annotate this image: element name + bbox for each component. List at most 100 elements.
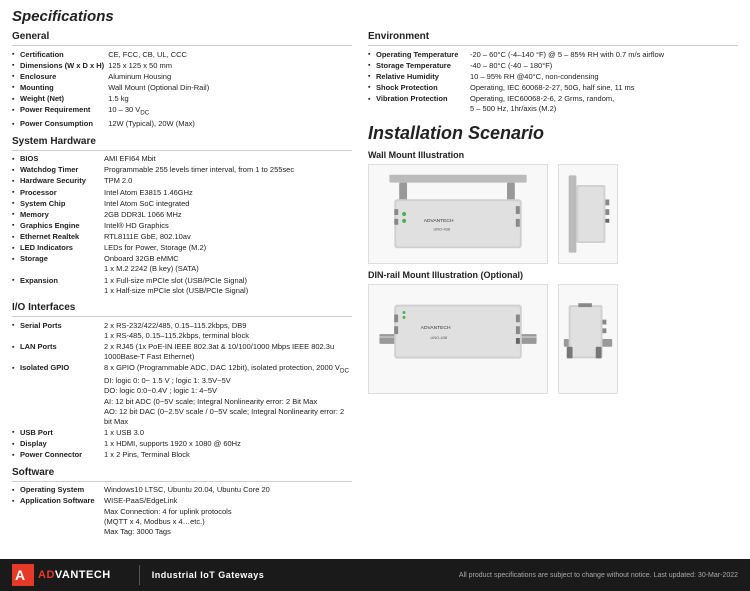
spec-label: Operating System: [12, 485, 102, 496]
spec-label: Processor: [12, 187, 102, 198]
spec-label: LAN Ports: [12, 342, 102, 363]
table-row: Storage Temperature-40 – 80°C (-40 – 180…: [368, 60, 738, 71]
spec-value: 1 x Full-size mPCIe slot (USB/PCIe Signa…: [102, 275, 352, 296]
spec-label: Application Software: [12, 496, 102, 538]
spec-label: Weight (Net): [12, 94, 106, 105]
page-wrapper: Specifications General CertificationCE, …: [0, 0, 750, 591]
footer-logo-text: ADVANTECH: [38, 569, 111, 581]
table-row: Power Requirement10 – 30 VDC: [12, 105, 352, 119]
table-row: LED IndicatorsLEDs for Power, Storage (M…: [12, 243, 352, 254]
section-title-environment: Environment: [368, 31, 738, 42]
spec-label: Display: [12, 439, 102, 450]
spec-label: Graphics Engine: [12, 220, 102, 231]
table-row: Isolated GPIO8 x GPIO (Programmable ADC,…: [12, 363, 352, 428]
spec-label: LED Indicators: [12, 243, 102, 254]
footer-divider: [139, 565, 140, 585]
spec-value: LEDs for Power, Storage (M.2): [102, 243, 352, 254]
spec-label: Power Connector: [12, 450, 102, 461]
spec-label: BIOS: [12, 154, 102, 165]
spec-value: Windows10 LTSC, Ubuntu 20.04, Ubuntu Cor…: [102, 485, 352, 496]
wall-mount-title: Wall Mount Illustration: [368, 150, 738, 160]
footer-tagline: Industrial IoT Gateways: [152, 570, 265, 580]
table-row: Vibration ProtectionOperating, IEC60068-…: [368, 94, 738, 115]
spec-label: Certification: [12, 49, 106, 60]
page-title: Specifications: [12, 8, 738, 25]
table-row: USB Port1 x USB 3.0: [12, 427, 352, 438]
footer-updated: Last updated: 30-Mar-2022: [654, 572, 738, 579]
spec-value: CE, FCC, CB, UL, CCC: [106, 49, 352, 60]
spec-label: Operating Temperature: [368, 49, 468, 60]
svg-text:ADVANTECH: ADVANTECH: [424, 218, 454, 224]
table-row: ProcessorIntel Atom E3815 1.46GHz: [12, 187, 352, 198]
spec-value: 1 x HDMI, supports 1920 x 1080 @ 60Hz: [102, 439, 352, 450]
table-row: Serial Ports2 x RS-232/422/485, 0.15–115…: [12, 320, 352, 341]
spec-value: Intel® HD Graphics: [102, 220, 352, 231]
table-row: StorageOnboard 32GB eMMC1 x M.2 2242 (B …: [12, 254, 352, 275]
footer: A ADVANTECH Industrial IoT Gateways All …: [0, 559, 750, 591]
spec-value: -20 – 60°C (-4–140 °F) @ 5 – 85% RH with…: [468, 49, 738, 60]
spec-value: 10 – 30 VDC: [106, 105, 352, 119]
spec-label: System Chip: [12, 198, 102, 209]
table-row: Graphics EngineIntel® HD Graphics: [12, 220, 352, 231]
spec-label: Storage: [12, 254, 102, 275]
spec-label: Shock Protection: [368, 82, 468, 93]
spec-value: Intel Atom E3815 1.46GHz: [102, 187, 352, 198]
spec-label: Isolated GPIO: [12, 363, 102, 428]
table-row: Power Consumption12W (Typical), 20W (Max…: [12, 119, 352, 130]
table-row: Power Connector1 x 2 Pins, Terminal Bloc…: [12, 450, 352, 461]
logo-antech: VANTECH: [55, 569, 111, 581]
hardware-table: BIOSAMI EFI64 Mbit Watchdog TimerProgram…: [12, 154, 352, 297]
wall-mount-side-svg: [558, 164, 618, 264]
environment-table: Operating Temperature-20 – 60°C (-4–140 …: [368, 49, 738, 115]
spec-value: TPM 2.0: [102, 176, 352, 187]
spec-label: Ethernet Realtek: [12, 232, 102, 243]
spec-label: Relative Humidity: [368, 71, 468, 82]
section-divider: [12, 316, 352, 317]
spec-label: Power Consumption: [12, 119, 106, 130]
section-divider: [368, 45, 738, 46]
din-rail-illustration-row: ADVANTECH UNO-438: [368, 284, 738, 394]
logo-adv: AD: [38, 569, 55, 581]
section-title-io: I/O Interfaces: [12, 302, 352, 313]
spec-value: Aluminum Housing: [106, 71, 352, 82]
din-rail-title: DIN-rail Mount Illustration (Optional): [368, 270, 738, 280]
spec-value: 2GB DDR3L 1066 MHz: [102, 209, 352, 220]
spec-label: Memory: [12, 209, 102, 220]
spec-label: Watchdog Timer: [12, 165, 102, 176]
left-column: General CertificationCE, FCC, CB, UL, CC…: [12, 31, 352, 539]
spec-value: 2 x RS-232/422/485, 0.15–115.2kbps, DB91…: [102, 320, 352, 341]
section-title-general: General: [12, 31, 352, 42]
section-title-software: Software: [12, 467, 352, 478]
spec-value: RTL8111E GbE, 802.10av: [102, 232, 352, 243]
spec-value: 12W (Typical), 20W (Max): [106, 119, 352, 130]
spec-label: Mounting: [12, 82, 106, 93]
footer-note: All product specifications are subject t…: [459, 572, 654, 579]
spec-label: Power Requirement: [12, 105, 106, 119]
table-row: Operating SystemWindows10 LTSC, Ubuntu 2…: [12, 485, 352, 496]
right-column: Environment Operating Temperature-20 – 6…: [368, 31, 738, 539]
table-row: BIOSAMI EFI64 Mbit: [12, 154, 352, 165]
section-divider: [12, 150, 352, 151]
table-row: Operating Temperature-20 – 60°C (-4–140 …: [368, 49, 738, 60]
spec-value: 1.5 kg: [106, 94, 352, 105]
table-row: Memory2GB DDR3L 1066 MHz: [12, 209, 352, 220]
svg-text:UNO-438: UNO-438: [434, 226, 451, 231]
spec-label: Serial Ports: [12, 320, 102, 341]
spec-value: AMI EFI64 Mbit: [102, 154, 352, 165]
spec-label: Expansion: [12, 275, 102, 296]
table-row: Relative Humidity10 – 95% RH @40°C, non-…: [368, 71, 738, 82]
svg-text:ADVANTECH: ADVANTECH: [421, 325, 451, 331]
table-row: CertificationCE, FCC, CB, UL, CCC: [12, 49, 352, 60]
footer-logo: A ADVANTECH: [12, 564, 111, 586]
din-rail-svg: ADVANTECH UNO-438: [368, 284, 548, 394]
general-table: CertificationCE, FCC, CB, UL, CCC Dimens…: [12, 49, 352, 130]
spec-value: 2 x RJ45 (1x PoE-IN IEEE 802.3at & 10/10…: [102, 342, 352, 363]
spec-value: WISE-PaaS/EdgeLinkMax Connection: 4 for …: [102, 496, 352, 538]
spec-label: USB Port: [12, 427, 102, 438]
table-row: Ethernet RealtekRTL8111E GbE, 802.10av: [12, 232, 352, 243]
section-divider: [12, 45, 352, 46]
table-row: Display1 x HDMI, supports 1920 x 1080 @ …: [12, 439, 352, 450]
spec-label: Hardware Security: [12, 176, 102, 187]
table-row: EnclosureAluminum Housing: [12, 71, 352, 82]
table-row: Weight (Net)1.5 kg: [12, 94, 352, 105]
